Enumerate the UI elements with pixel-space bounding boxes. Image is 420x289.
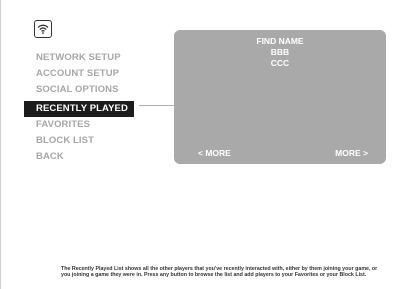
side-menu: NETWORK SETUP ACCOUNT SETUP SOCIAL OPTIO… (24, 50, 134, 165)
menu-item-network-setup[interactable]: NETWORK SETUP (36, 50, 134, 66)
wifi-icon (34, 20, 52, 38)
menu-item-recently-played[interactable]: RECENTLY PLAYED (24, 101, 134, 117)
menu-item-social-options[interactable]: SOCIAL OPTIONS (36, 82, 134, 98)
recently-played-panel: FIND NAME BBB CCC < MORE MORE > (174, 30, 386, 164)
find-name-option[interactable]: FIND NAME (174, 36, 386, 47)
player-name-item[interactable]: CCC (174, 58, 386, 69)
help-text: The Recently Played List shows all the o… (61, 266, 378, 279)
menu-item-back[interactable]: BACK (36, 149, 134, 165)
next-page-button[interactable]: MORE > (335, 148, 368, 158)
menu-item-block-list[interactable]: BLOCK LIST (36, 133, 134, 149)
menu-item-favorites[interactable]: FAVORITES (36, 117, 134, 133)
player-name-item[interactable]: BBB (174, 47, 386, 58)
screen-frame: NETWORK SETUP ACCOUNT SETUP SOCIAL OPTIO… (0, 0, 420, 289)
menu-connector-line (139, 105, 174, 106)
menu-item-account-setup[interactable]: ACCOUNT SETUP (36, 66, 134, 82)
player-name-list: FIND NAME BBB CCC (174, 36, 386, 69)
previous-page-button[interactable]: < MORE (198, 148, 231, 158)
